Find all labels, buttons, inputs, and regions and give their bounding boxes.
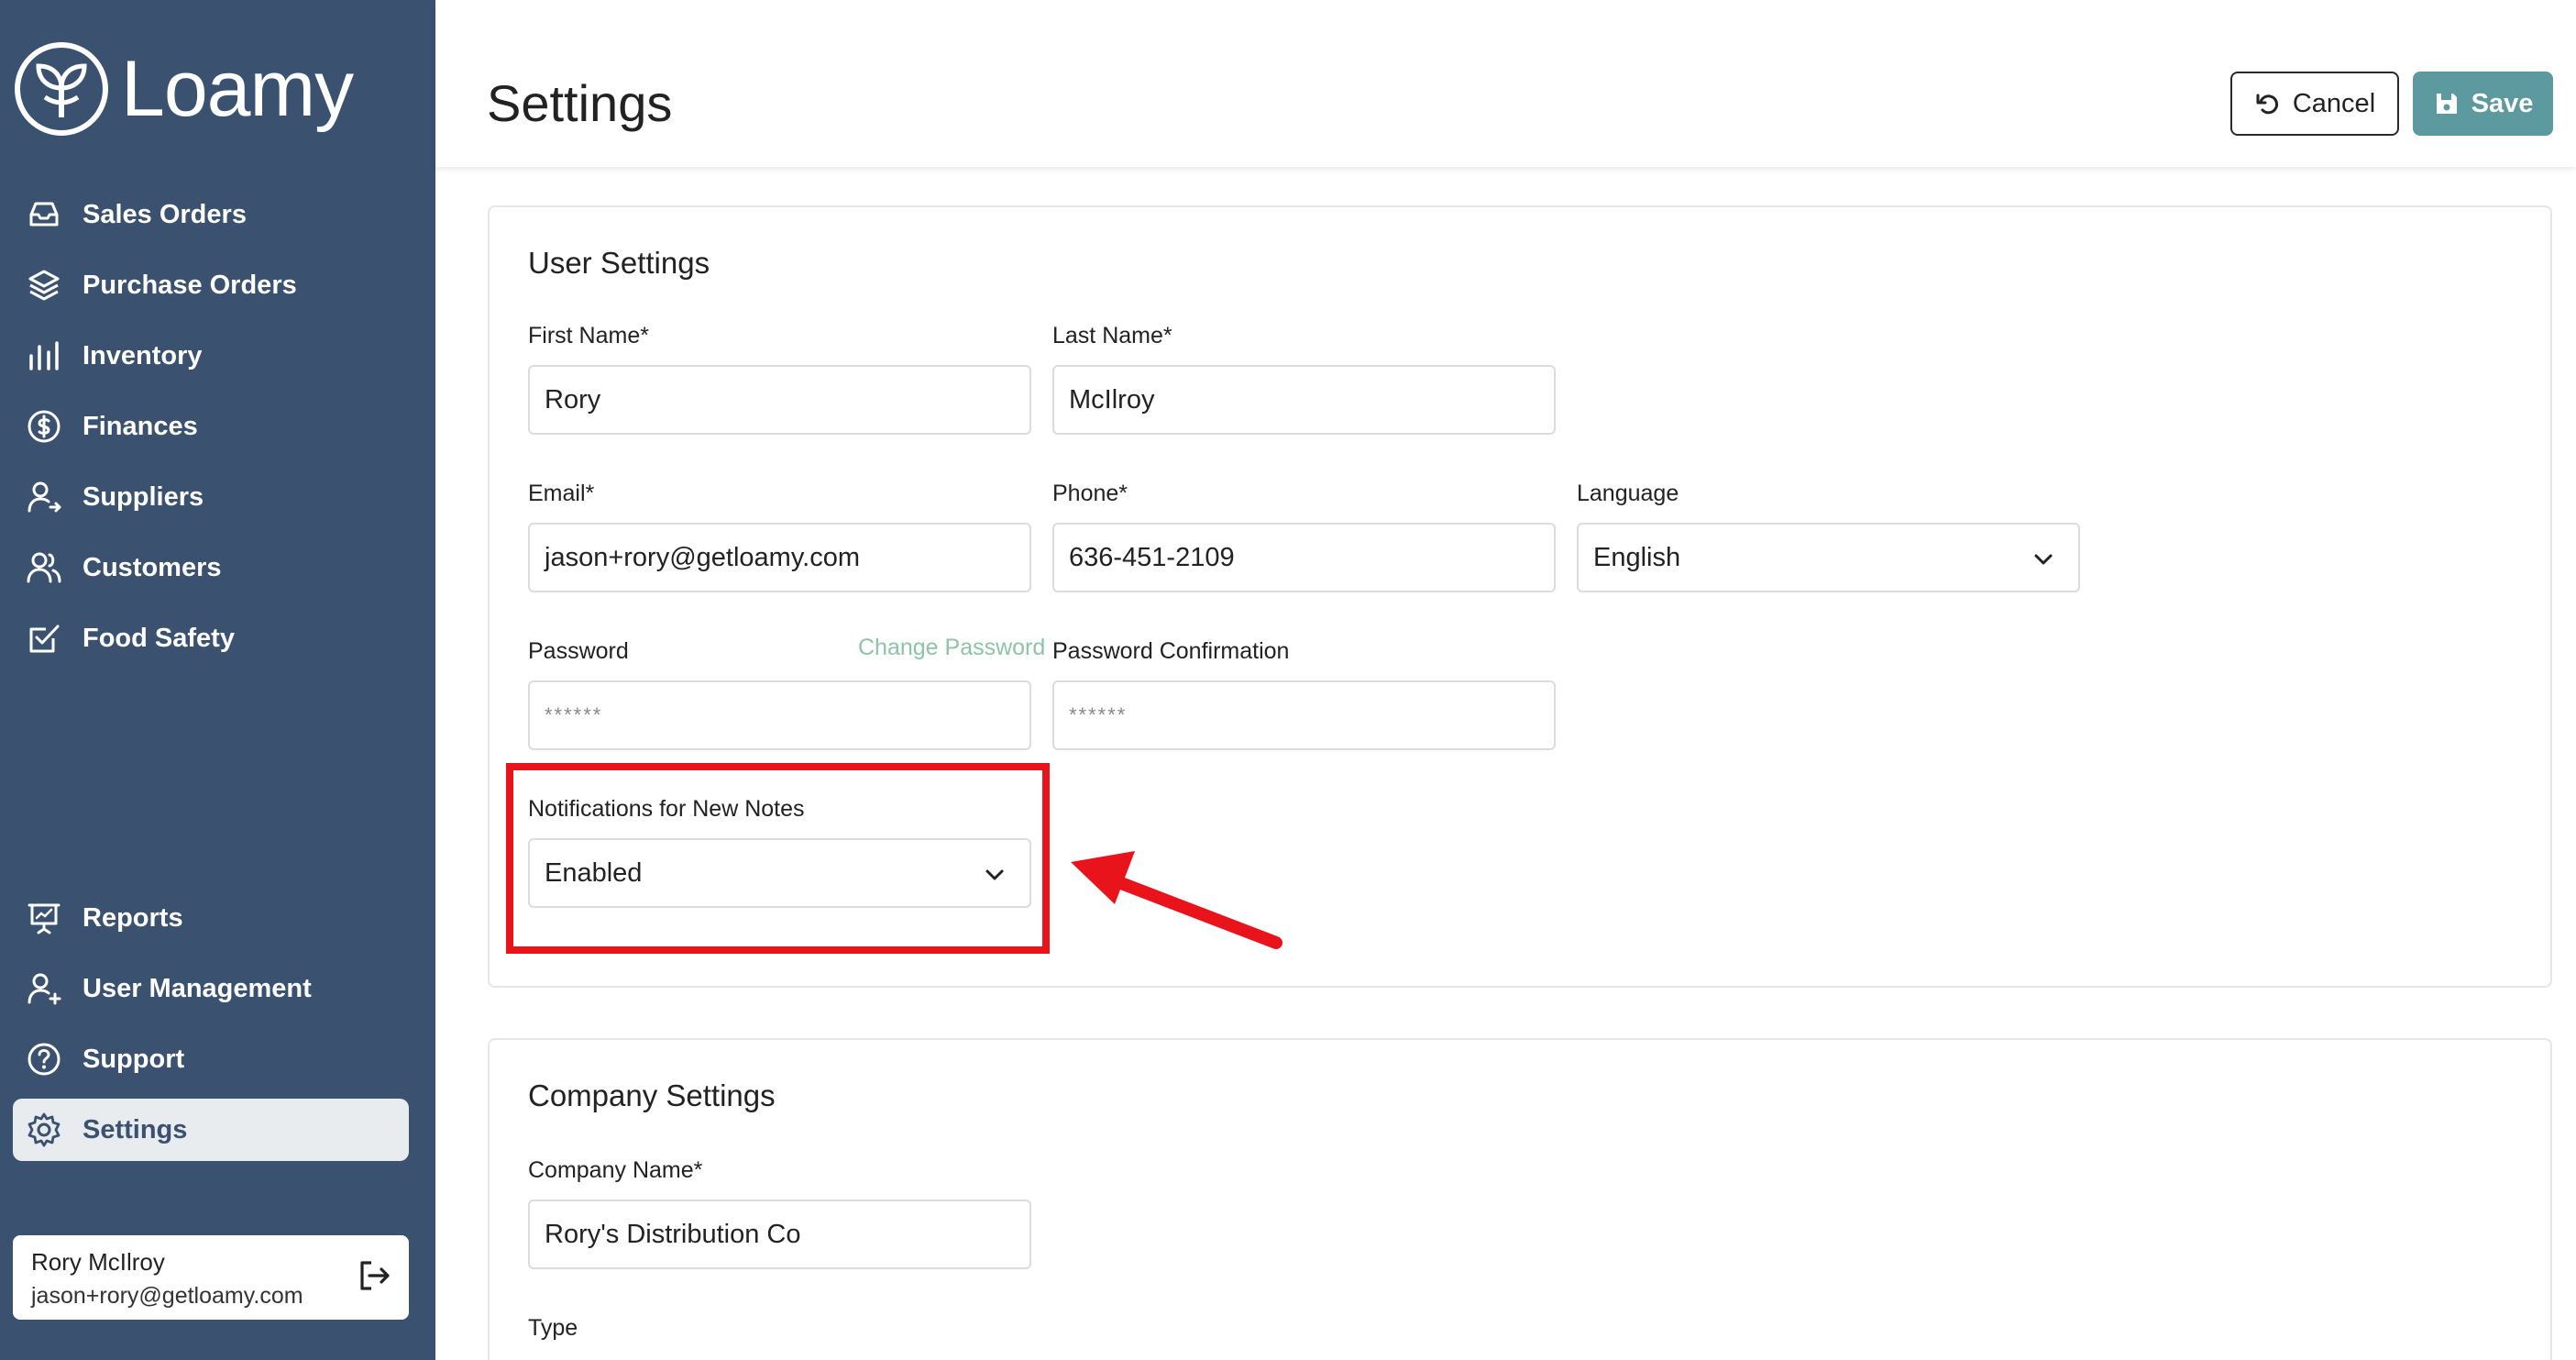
inbox-icon xyxy=(24,194,64,235)
last-name-value: McIlroy xyxy=(1069,384,1155,415)
first-name-label: First Name* xyxy=(528,323,649,348)
chevron-down-icon xyxy=(2034,554,2053,565)
password-confirmation-placeholder: ****** xyxy=(1069,703,1128,726)
company-settings-title: Company Settings xyxy=(528,1078,776,1112)
first-name-input[interactable]: Rory xyxy=(528,365,1031,435)
phone-value: 636-451-2109 xyxy=(1069,542,1235,572)
cancel-button-label: Cancel xyxy=(2292,88,2376,118)
save-button[interactable]: Save xyxy=(2413,72,2553,136)
sidebar-item-food-safety[interactable]: Food Safety xyxy=(13,607,409,669)
password-confirmation-input[interactable]: ****** xyxy=(1052,680,1556,750)
save-button-label: Save xyxy=(2471,88,2534,118)
password-confirmation-label: Password Confirmation xyxy=(1052,638,1290,664)
sidebar-item-inventory[interactable]: Inventory xyxy=(13,325,409,387)
phone-input[interactable]: 636-451-2109 xyxy=(1052,523,1556,592)
sidebar-item-purchase-orders[interactable]: Purchase Orders xyxy=(13,254,409,316)
phone-label: Phone* xyxy=(1052,481,1128,506)
logout-icon[interactable] xyxy=(356,1257,392,1294)
app-logo[interactable]: Loamy xyxy=(13,40,354,138)
email-input[interactable]: jason+rory@getloamy.com xyxy=(528,523,1031,592)
sidebar-item-suppliers[interactable]: Suppliers xyxy=(13,466,409,528)
sidebar-item-label: Inventory xyxy=(83,340,203,370)
presentation-icon xyxy=(24,898,64,938)
user-arrow-icon xyxy=(24,477,64,517)
company-name-value: Rory's Distribution Co xyxy=(545,1219,801,1249)
language-select[interactable]: English xyxy=(1577,523,2080,592)
bars-icon xyxy=(24,336,64,376)
password-label: Password xyxy=(528,638,629,664)
sidebar-item-label: Support xyxy=(83,1044,185,1074)
password-input[interactable]: ****** xyxy=(528,680,1031,750)
user-name: Rory McIlroy xyxy=(31,1248,165,1276)
company-name-input[interactable]: Rory's Distribution Co xyxy=(528,1200,1031,1269)
sidebar-item-settings[interactable]: Settings xyxy=(13,1099,409,1161)
checkbox-edit-icon xyxy=(24,618,64,658)
sidebar-item-customers[interactable]: Customers xyxy=(13,536,409,599)
sidebar-item-support[interactable]: Support xyxy=(13,1028,409,1090)
floppy-disk-icon xyxy=(2436,94,2457,114)
user-settings-title: User Settings xyxy=(528,246,710,280)
sidebar: Loamy Sales Orders Purchase Orders Inven… xyxy=(0,0,435,1360)
page-title: Settings xyxy=(487,74,673,132)
sidebar-item-user-management[interactable]: User Management xyxy=(13,957,409,1020)
sidebar-item-reports[interactable]: Reports xyxy=(13,887,409,949)
dollar-circle-icon xyxy=(24,406,64,447)
email-label: Email* xyxy=(528,481,595,506)
type-label: Type xyxy=(528,1315,578,1341)
sidebar-item-label: Customers xyxy=(83,552,222,582)
sidebar-item-label: Finances xyxy=(83,411,198,441)
user-plus-icon xyxy=(24,968,64,1009)
company-name-label: Company Name* xyxy=(528,1157,703,1183)
password-placeholder: ****** xyxy=(545,703,603,726)
gear-icon xyxy=(24,1110,64,1150)
sidebar-item-label: Settings xyxy=(83,1114,188,1144)
highlight-box xyxy=(506,763,1050,954)
cancel-button[interactable]: Cancel xyxy=(2230,72,2399,136)
last-name-input[interactable]: McIlroy xyxy=(1052,365,1556,435)
last-name-label: Last Name* xyxy=(1052,323,1172,348)
annotation-arrow-icon xyxy=(1071,851,1282,949)
layers-icon xyxy=(24,265,64,305)
sidebar-item-label: User Management xyxy=(83,973,312,1003)
change-password-link[interactable]: Change Password xyxy=(858,635,1045,661)
email-value: jason+rory@getloamy.com xyxy=(545,542,861,572)
page-header: Settings Cancel Save xyxy=(435,0,2576,167)
users-icon xyxy=(24,547,64,588)
user-email: jason+rory@getloamy.com xyxy=(31,1283,303,1309)
language-label: Language xyxy=(1577,481,1679,506)
sidebar-item-label: Purchase Orders xyxy=(83,270,297,300)
sidebar-item-finances[interactable]: Finances xyxy=(13,395,409,458)
language-value: English xyxy=(1593,542,1681,572)
sidebar-item-label: Reports xyxy=(83,902,183,933)
sidebar-item-label: Suppliers xyxy=(83,481,204,512)
app-name: Loamy xyxy=(121,44,354,133)
sidebar-item-label: Sales Orders xyxy=(83,199,247,229)
undo-icon xyxy=(2256,94,2278,115)
sidebar-item-sales-orders[interactable]: Sales Orders xyxy=(13,183,409,246)
first-name-value: Rory xyxy=(545,384,601,415)
sidebar-item-label: Food Safety xyxy=(83,623,235,653)
question-circle-icon xyxy=(24,1039,64,1079)
user-card: Rory McIlroy jason+rory@getloamy.com xyxy=(13,1235,409,1320)
sprout-logo-icon xyxy=(15,42,108,136)
